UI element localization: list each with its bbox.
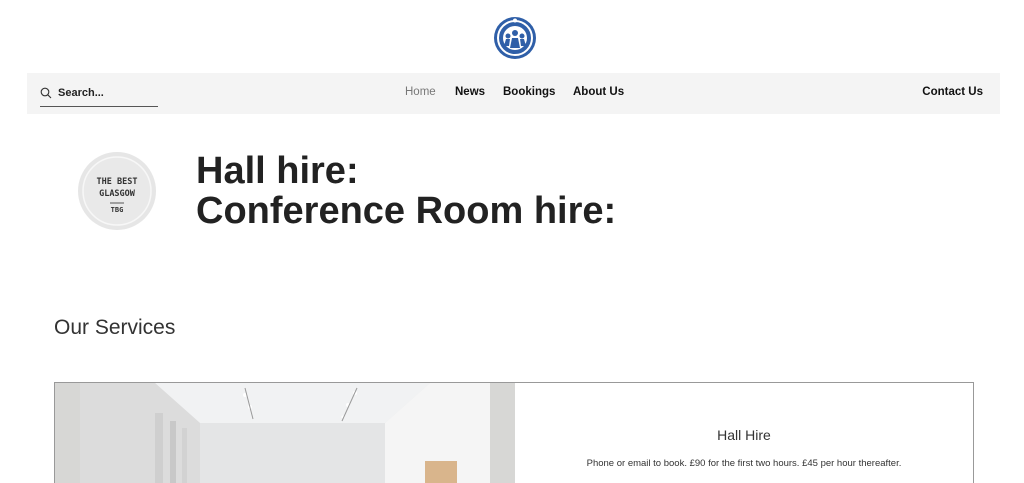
hall-photo bbox=[55, 383, 515, 483]
hero-line-conference-room-hire: Conference Room hire: bbox=[196, 190, 617, 232]
hall-interior-image bbox=[55, 383, 515, 483]
service-description: Phone or email to book. £90 for the firs… bbox=[586, 458, 902, 469]
nav-link-home[interactable]: Home bbox=[405, 86, 436, 98]
hero-line-hall-hire: Hall hire: bbox=[196, 150, 359, 192]
section-title-our-services: Our Services bbox=[54, 316, 176, 339]
nav-link-bookings[interactable]: Bookings bbox=[503, 86, 555, 98]
best-glasgow-badge[interactable]: THE BEST GLASGOW TBG bbox=[77, 151, 157, 231]
badge-line-2: GLASGOW bbox=[99, 189, 136, 199]
search-icon[interactable] bbox=[40, 87, 52, 99]
badge-seal-icon: THE BEST GLASGOW TBG bbox=[78, 152, 156, 230]
nav-link-news[interactable]: News bbox=[455, 86, 485, 98]
nav-link-contact-us[interactable]: Contact Us bbox=[922, 86, 983, 98]
search-input[interactable] bbox=[58, 84, 154, 102]
badge-line-1: THE BEST bbox=[97, 177, 138, 187]
service-title: Hall Hire bbox=[717, 427, 771, 443]
hero-heading: Hall hire: Conference Room hire: bbox=[196, 151, 616, 231]
search-box[interactable] bbox=[40, 83, 158, 107]
badge-line-3: TBG bbox=[111, 206, 124, 214]
nav-link-about-us[interactable]: About Us bbox=[573, 86, 624, 98]
service-card-hall-hire[interactable]: Hall Hire Phone or email to book. £90 fo… bbox=[54, 382, 974, 483]
top-navigation-bar: Home News Bookings About Us Contact Us bbox=[27, 73, 1000, 114]
community-circle-icon bbox=[494, 17, 536, 59]
site-logo[interactable] bbox=[493, 16, 537, 60]
